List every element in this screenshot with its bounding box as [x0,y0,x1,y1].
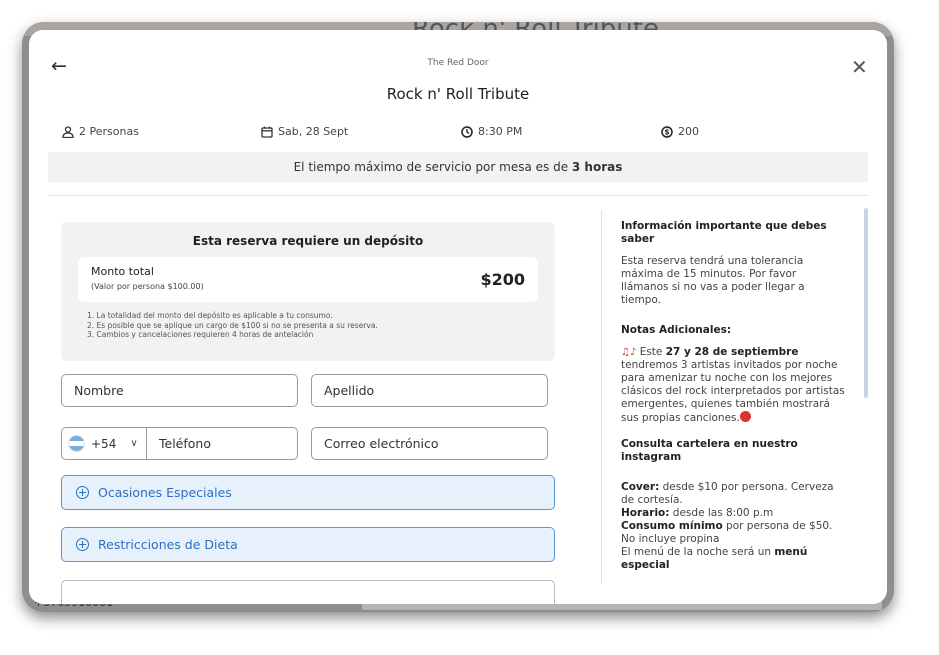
close-icon[interactable]: ✕ [851,55,868,79]
email-input[interactable] [311,427,548,460]
chevron-down-icon: ∨ [130,438,138,449]
additional-notes-title: Notas Adicionales: [621,324,732,336]
dollar-icon: $ [661,125,673,138]
notice-hours: 3 horas [571,160,623,174]
argentina-flag-icon [68,435,85,452]
plus-circle-icon [76,538,89,551]
last-name-input[interactable] [311,374,548,407]
diet-restrictions-label: Restricciones de Dieta [98,537,238,552]
sidebar-divider [601,210,602,584]
reservation-modal: ← The Red Door ✕ Rock n' Roll Tribute 2 … [29,30,887,604]
country-code-select[interactable]: +54 ∨ [61,427,147,460]
cover-info: Cover: desde $10 por persona. Cerveza de… [621,481,834,506]
amount-label: Monto total [91,265,154,278]
info-sidebar: Información importante que debes saber E… [621,220,846,583]
price-info: $ 200 [661,125,699,138]
deposit-panel: Esta reserva requiere un depósito Monto … [61,222,555,361]
time-info: 8:30 PM [461,125,522,138]
svg-text:$: $ [664,127,669,136]
reservation-date: Sab, 28 Sept [278,125,349,138]
special-occasions-label: Ocasiones Especiales [98,485,232,500]
deposit-note: 2. Es posible que se aplique un cargo de… [87,320,378,330]
amount-card: Monto total (Valor por persona $100.00) … [78,257,538,302]
reservation-time: 8:30 PM [478,125,523,138]
guests-info: 2 Personas [62,125,139,138]
additional-field[interactable] [61,580,555,604]
date-info: Sab, 28 Sept [261,125,348,138]
first-name-input[interactable] [61,374,298,407]
important-info-text: Esta reserva tendrá una tolerancia máxim… [621,255,805,306]
important-info-title: Información importante que debes saber [621,220,827,245]
schedule-info: Horario: desde las 8:00 p.m [621,507,774,519]
guitar-icon: ♫♪ [621,347,637,358]
deposit-note: 3. Cambios y cancelaciones requieren 4 h… [87,330,314,339]
deposit-title: Esta reserva requiere un depósito [192,234,424,248]
phone-input[interactable] [146,427,298,460]
notice-text: El tiempo máximo de servicio por mesa es… [293,160,572,174]
diet-restrictions-button[interactable]: Restricciones de Dieta [61,527,555,562]
country-code: +54 [91,436,117,451]
header-divider [48,195,868,196]
plus-circle-icon [76,486,89,499]
menu-info: El menú de la noche será un menú especia… [621,546,808,571]
service-time-notice: El tiempo máximo de servicio por mesa es… [48,152,868,182]
sidebar-scrollbar[interactable] [864,208,868,398]
guests-count: 2 Personas [79,125,139,138]
price-value: 200 [678,125,699,138]
special-occasions-button[interactable]: Ocasiones Especiales [61,475,555,510]
deposit-notes: 1. La totalidad del monto del depósito e… [87,311,378,340]
calendar-icon [261,126,273,138]
person-icon [62,125,74,138]
event-title: Rock n' Roll Tribute [386,85,530,103]
clock-icon [461,125,473,138]
min-consumption-info: Consumo mínimo por persona de $50. No in… [621,520,833,545]
amount-per-person: (Valor por persona $100.00) [91,282,204,291]
instagram-title: Consulta cartelera en nuestro instagram [621,438,798,463]
venue-name: The Red Door [427,58,489,68]
devil-icon [739,411,751,422]
additional-notes-text: ♫♪ Este 27 y 28 de septiembre tendremos … [621,346,845,424]
deposit-note: 1. La totalidad del monto del depósito e… [87,311,333,320]
amount-value: $200 [480,270,525,289]
